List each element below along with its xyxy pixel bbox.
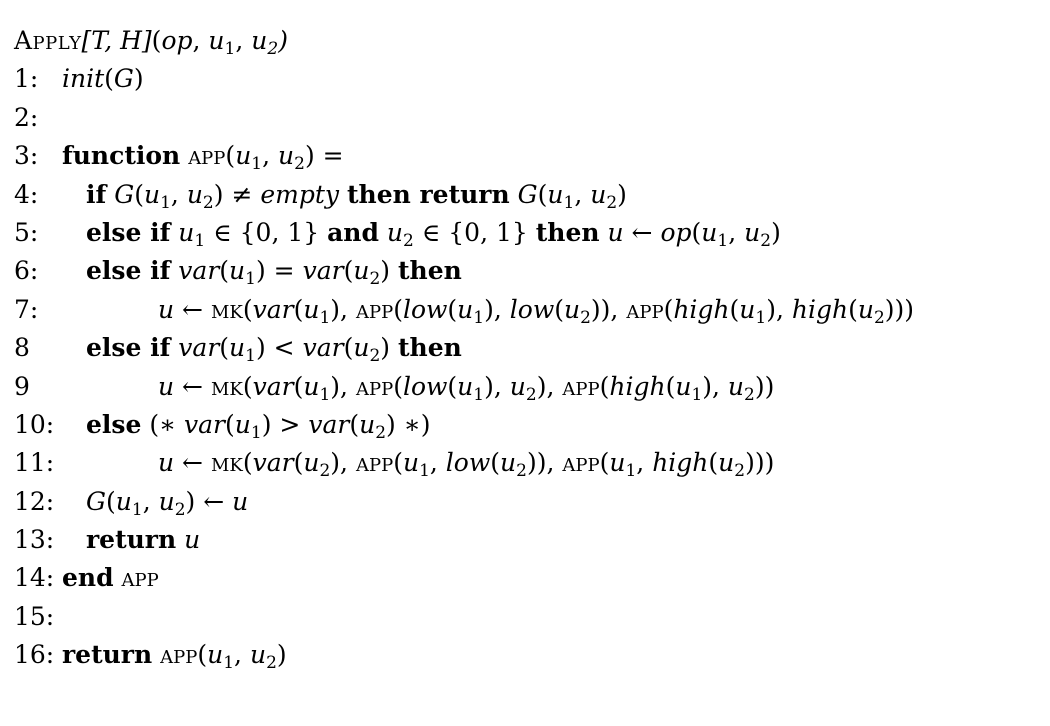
- line-number: 12:: [14, 486, 55, 516]
- line-number: 9: [14, 371, 30, 401]
- line-number: 10:: [14, 409, 55, 439]
- algorithm-listing: Apply[T, H](op, u1, u2) 1: init(G) 2: 3:…: [14, 22, 1044, 675]
- line-content: else if var(u1) = var(u2) then: [86, 256, 462, 290]
- line-content: return app(u1, u2): [62, 640, 287, 673]
- line-number: 14:: [14, 563, 55, 593]
- line-content: else if var(u1) < var(u2) then: [86, 333, 462, 366]
- code-line-8: 8 else if var(u1) < var(u2) then: [14, 329, 1044, 367]
- code-line-9: 9 u ← mk(var(u1), app(low(u1), u2), app(…: [14, 368, 1044, 406]
- code-line-12: 12: G(u1, u2) ← u: [14, 483, 1044, 521]
- line-number: 13:: [14, 525, 55, 555]
- code-line-13: 13: return u: [14, 521, 1044, 559]
- line-number: 7:: [14, 294, 39, 324]
- code-line-2: 2:: [14, 99, 1044, 137]
- line-content: u ← mk(var(u1), app(low(u1), low(u2)), a…: [158, 294, 915, 328]
- algorithm-header: Apply[T, H](op, u1, u2): [14, 22, 1044, 60]
- line-number: 6:: [14, 256, 39, 286]
- code-line-5: 5: else if u1 ∈ {0, 1} and u2 ∈ {0, 1} t…: [14, 214, 1044, 252]
- code-line-1: 1: init(G): [14, 60, 1044, 98]
- line-number: 15:: [14, 601, 55, 631]
- line-number: 5:: [14, 217, 39, 247]
- line-number: 11:: [14, 448, 55, 478]
- line-number: 1:: [14, 64, 39, 94]
- line-content: return u: [86, 525, 201, 555]
- algorithm-name: Apply: [14, 26, 82, 55]
- code-line-4: 4: if G(u1, u2) ≠ empty then return G(u1…: [14, 176, 1044, 214]
- line-number: 16:: [14, 640, 55, 670]
- code-line-7: 7: u ← mk(var(u1), app(low(u1), low(u2))…: [14, 291, 1044, 329]
- code-line-15: 15:: [14, 598, 1044, 636]
- line-content: G(u1, u2) ← u: [86, 486, 249, 520]
- code-line-3: 3: function app(u1, u2) =: [14, 137, 1044, 175]
- code-line-10: 10: else (∗ var(u1) > var(u2) ∗): [14, 406, 1044, 444]
- code-line-11: 11: u ← mk(var(u2), app(u1, low(u2)), ap…: [14, 444, 1044, 482]
- line-number: 2:: [14, 102, 39, 132]
- line-content: else (∗ var(u1) > var(u2) ∗): [86, 409, 431, 443]
- line-content: function app(u1, u2) =: [62, 141, 344, 174]
- line-number: 4:: [14, 179, 39, 209]
- code-line-6: 6: else if var(u1) = var(u2) then: [14, 252, 1044, 290]
- line-number: 3:: [14, 141, 39, 171]
- line-content: u ← mk(var(u2), app(u1, low(u2)), app(u1…: [158, 448, 775, 482]
- line-content: end app: [62, 563, 159, 593]
- line-content: else if u1 ∈ {0, 1} and u2 ∈ {0, 1} then…: [86, 217, 781, 251]
- code-line-16: 16: return app(u1, u2): [14, 636, 1044, 674]
- algorithm-signature: Apply[T, H](op, u1, u2): [14, 26, 288, 59]
- code-line-14: 14: end app: [14, 559, 1044, 597]
- line-content: if G(u1, u2) ≠ empty then return G(u1, u…: [86, 179, 627, 213]
- line-content: u ← mk(var(u1), app(low(u1), u2), app(hi…: [158, 371, 775, 405]
- line-number: 8: [14, 333, 30, 363]
- line-content: init(G): [62, 64, 144, 94]
